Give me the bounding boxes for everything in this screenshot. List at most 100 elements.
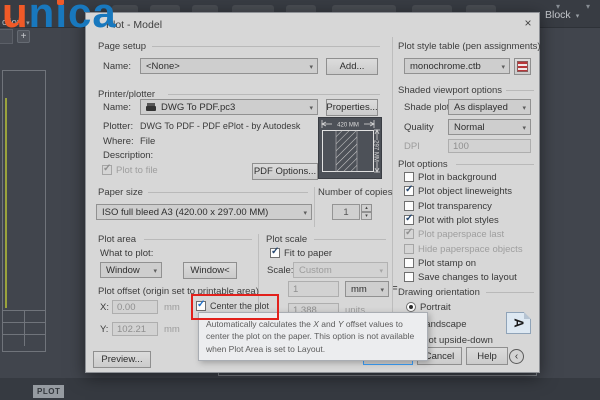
logo-letter: c <box>67 0 93 36</box>
offset-y-unit: mm <box>164 324 180 335</box>
plot-transparency-checkbox[interactable]: Plot transparency <box>404 200 492 212</box>
divider <box>314 239 386 240</box>
group-plot-area: Plot area <box>98 234 137 245</box>
copies-spinner: ▴ ▾ <box>361 204 372 220</box>
logo-letter: u <box>2 0 29 36</box>
plot-stamp-on-checkbox[interactable]: Plot stamp on <box>404 257 476 269</box>
group-page-setup: Page setup <box>98 41 147 52</box>
quality-dropdown[interactable]: Normal <box>448 119 531 135</box>
drawing-table-line <box>24 310 25 346</box>
checkbox-icon <box>404 172 414 182</box>
portrait-label: Portrait <box>420 301 451 313</box>
paper-preview: 420 MM 297 MM <box>318 117 382 179</box>
commandline-area <box>0 378 600 400</box>
copies-input[interactable]: 1 <box>332 204 360 220</box>
spinner-down-icon[interactable]: ▾ <box>361 212 372 220</box>
plotter-value: DWG To PDF - PDF ePlot - by Autodesk <box>140 121 301 131</box>
plot-paperspace-last-checkbox: Plot paperspace last <box>404 227 505 240</box>
plot-object-lineweights-checkbox[interactable]: Plot object lineweights <box>404 184 512 197</box>
fit-to-paper-checkbox[interactable]: Fit to paper <box>270 246 333 259</box>
offset-x-unit: mm <box>164 302 180 313</box>
scale-dropdown: Custom <box>293 262 388 278</box>
chevron-down-icon <box>518 122 526 133</box>
close-icon[interactable]: × <box>520 16 536 31</box>
chevron-down-icon <box>305 102 313 113</box>
hide-paperspace-objects-checkbox: Hide paperspace objects <box>404 243 523 255</box>
divider <box>152 46 380 47</box>
checkbox-icon <box>404 272 414 282</box>
window-button[interactable]: Window< <box>183 262 237 279</box>
plot-to-file-checkbox: Plot to file <box>102 163 158 176</box>
help-button[interactable]: Help <box>466 347 508 365</box>
drawing-line <box>5 98 7 308</box>
paper-size-dropdown[interactable]: ISO full bleed A3 (420.00 x 297.00 MM) <box>96 204 312 220</box>
properties-button[interactable]: Properties... <box>326 99 378 116</box>
scale-value: Custom <box>299 264 332 276</box>
logo-letter: n <box>28 0 56 36</box>
block-label: Block <box>545 9 571 21</box>
plot-option-label: Plot stamp on <box>418 257 477 269</box>
preview-height-label: 297 MM <box>373 140 379 162</box>
pagesetup-name-label: Name: <box>103 61 131 72</box>
printer-icon <box>146 102 157 112</box>
logo-letter: a <box>92 0 117 36</box>
quality-label: Quality <box>404 122 434 133</box>
plot-in-background-checkbox[interactable]: Plot in background <box>404 171 497 183</box>
plot-option-label: Plot object lineweights <box>418 185 512 197</box>
preview-width-label: 420 MM <box>337 123 359 129</box>
checkbox-icon <box>270 246 280 258</box>
checkbox-icon <box>404 201 414 211</box>
shade-plot-dropdown[interactable]: As displayed <box>448 99 531 115</box>
ribbon-block-dropdown[interactable]: Block <box>545 9 579 21</box>
divider <box>314 187 315 227</box>
radio-icon <box>406 302 416 312</box>
plot-style-dropdown[interactable]: monochrome.ctb <box>404 58 510 74</box>
what-to-plot-value: Window <box>106 264 140 276</box>
orientation-letter: A <box>511 318 527 328</box>
unica-logo: unıca <box>2 0 117 36</box>
chevron-down-icon <box>299 207 307 218</box>
scale-unit-dropdown[interactable]: mm <box>345 281 389 297</box>
offset-x-field: 0.00 <box>112 300 158 314</box>
plot-with-plot-styles-checkbox[interactable]: Plot with plot styles <box>404 213 499 226</box>
chevron-down-icon <box>149 265 157 276</box>
logo-letter: ı <box>55 0 68 36</box>
fit-to-paper-label: Fit to paper <box>284 247 333 259</box>
checkbox-icon <box>102 163 112 175</box>
paper-preview-svg: 420 MM 297 MM <box>321 120 380 173</box>
divider <box>506 90 534 91</box>
edit-plot-style-button[interactable] <box>514 58 531 75</box>
add-button[interactable]: Add... <box>326 58 378 75</box>
spinner-up-icon[interactable]: ▴ <box>361 204 372 212</box>
group-plot-style: Plot style table (pen assignments) <box>398 41 541 52</box>
group-paper-size: Paper size <box>98 187 143 198</box>
tooltip-text: Automatically calculates the <box>206 319 314 329</box>
chevron-down-icon <box>375 265 383 276</box>
printer-name-label: Name: <box>103 102 131 113</box>
printer-name-dropdown[interactable]: DWG To PDF.pc3 <box>140 99 318 115</box>
chevron-down-icon <box>497 61 505 72</box>
plot-command-echo: PLOT <box>33 385 65 398</box>
chevron-down-icon[interactable]: ▾ <box>586 2 590 11</box>
preview-button[interactable]: Preview... <box>93 351 151 368</box>
shade-plot-value: As displayed <box>454 101 508 113</box>
divider <box>168 94 380 95</box>
plot-option-label: Plot paperspace last <box>418 228 505 240</box>
what-to-plot-dropdown[interactable]: Window <box>100 262 162 278</box>
scale-numerator-field: 1 <box>288 281 339 297</box>
less-options-button[interactable]: ‹ <box>509 349 524 364</box>
checkbox-icon <box>404 244 414 254</box>
plot-option-label: Save changes to layout <box>418 271 517 283</box>
printer-option: DWG To PDF.pc3 <box>146 102 235 113</box>
plotter-label: Plotter: <box>103 121 134 132</box>
pdf-options-button[interactable]: PDF Options... <box>252 163 318 180</box>
save-changes-to-layout-checkbox[interactable]: Save changes to layout <box>404 271 517 283</box>
chevron-down-icon <box>305 61 313 72</box>
pagesetup-name-dropdown[interactable]: <None> <box>140 58 318 74</box>
orientation-paper-icon: A <box>506 312 531 334</box>
offset-y-field: 102.21 <box>112 322 158 336</box>
group-shaded: Shaded viewport options <box>398 85 503 96</box>
dpi-label: DPI <box>404 141 420 152</box>
chevron-down-icon <box>576 9 580 21</box>
group-printer: Printer/plotter <box>98 89 156 100</box>
